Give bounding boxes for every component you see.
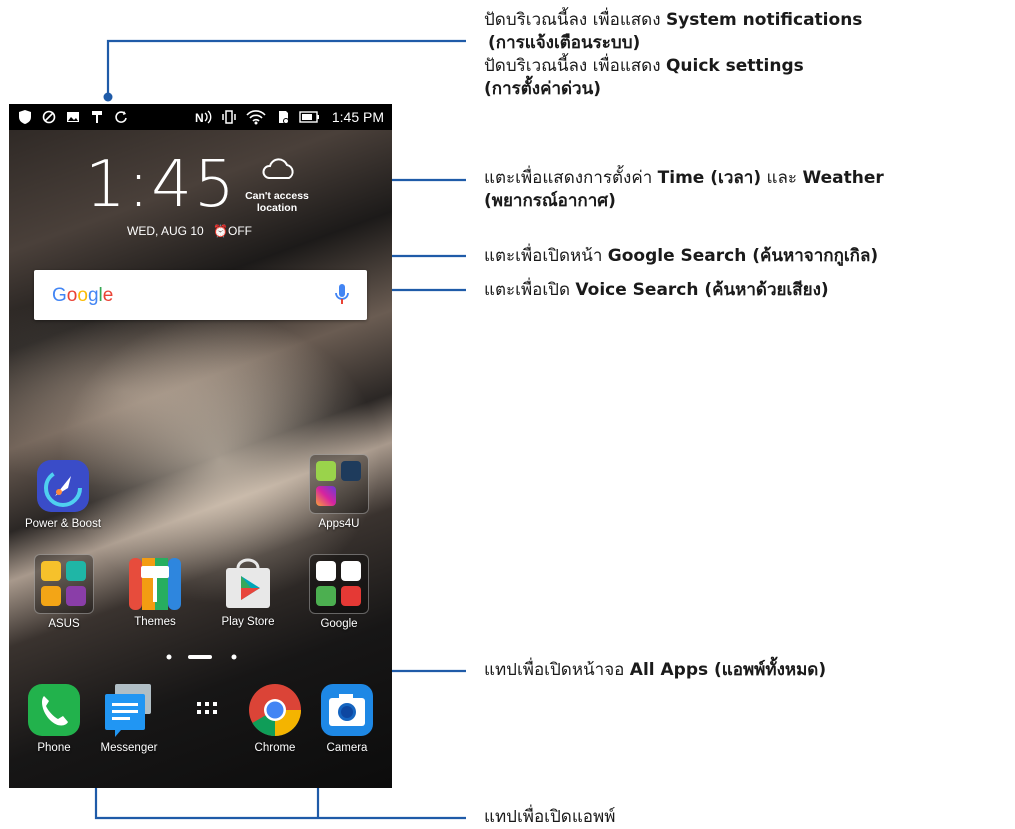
app-label: Google <box>320 618 358 630</box>
annotation-bold: (การตั้งค่าด่วน) <box>484 79 601 99</box>
all-apps-button[interactable] <box>166 682 246 738</box>
annotation-text: แตะเพื่อแสดงการตั้งค่า <box>484 168 658 188</box>
google-logo-text: Google <box>52 285 114 306</box>
vibrate-icon <box>222 110 236 124</box>
annotation-text: ปัดบริเวณนี้ลง เพื่อแสดง <box>484 10 666 30</box>
annotation-line: (การตั้งค่าด่วน) <box>484 78 862 101</box>
annotation-bold: Quick settings <box>665 56 804 76</box>
nfc-icon: N <box>195 110 212 125</box>
google-logo[interactable]: Google <box>52 285 113 307</box>
folder-icon <box>309 554 369 614</box>
annotation-voice-search: แตะเพื่อเปิด Voice Search (ค้นหาด้วยเสีย… <box>484 279 829 302</box>
phone-icon <box>28 684 80 736</box>
sd-card-icon <box>279 111 289 124</box>
alarm-status: OFF <box>227 224 252 238</box>
app-camera[interactable]: Camera <box>307 682 387 754</box>
app-power-boost[interactable]: Power & Boost <box>23 458 103 530</box>
folder-asus[interactable]: ASUS <box>24 554 104 630</box>
phone-screen: N 1:45 PM 1:45 WED, AUG 10 ⏰OFF Can't ac… <box>9 104 392 788</box>
alarm-icon: ⏰ <box>213 224 228 238</box>
clock-time[interactable]: 1:45 <box>85 150 235 220</box>
folder-apps4u[interactable]: Apps4U <box>299 454 379 530</box>
page-indicator[interactable] <box>164 652 244 662</box>
folder-google[interactable]: Google <box>299 554 379 630</box>
file-manager-icon <box>41 586 61 606</box>
clock-date: WED, AUG 10 ⏰OFF <box>127 224 252 238</box>
folder-icon <box>309 454 369 514</box>
date-text: WED, AUG 10 <box>127 224 204 238</box>
annotation-bold: Google Search (ค้นหาจากกูเกิล) <box>607 246 879 266</box>
rocket-gauge-icon <box>37 460 89 512</box>
maps-icon <box>316 586 336 606</box>
youtube-icon <box>341 586 361 606</box>
app-label: Chrome <box>254 742 296 754</box>
annotation-text: แทปเพื่อเปิดแอพพ์ <box>484 807 616 827</box>
app-label: Messenger <box>100 742 158 754</box>
app-drawer-icon <box>197 702 217 714</box>
annotation-open-apps: แทปเพื่อเปิดแอพพ์ <box>484 806 615 829</box>
app-label: Themes <box>134 616 176 628</box>
annotation-bold: (พยากรณ์อากาศ) <box>484 191 616 211</box>
folder-icon <box>34 554 94 614</box>
gallery-app-icon <box>66 586 86 606</box>
annotation-line: ปัดบริเวณนี้ลง เพื่อแสดง System notifica… <box>484 9 862 32</box>
status-time: 1:45 PM <box>331 109 384 125</box>
app-label: Camera <box>326 742 368 754</box>
app-label: Phone <box>37 742 71 754</box>
google-search-bar[interactable]: Google <box>34 270 367 320</box>
annotation-bold: Time (เวลา) <box>657 168 762 188</box>
chrome-icon <box>249 684 301 736</box>
annotation-bold: System notifications <box>665 10 863 30</box>
annotation-bold: All Apps (แอพพ์ทั้งหมด) <box>629 660 827 680</box>
wifi-icon <box>246 110 266 125</box>
annotation-line: (พยากรณ์อากาศ) <box>484 190 884 213</box>
annotation-text: แตะเพื่อเปิด <box>484 280 576 300</box>
annotation-text: ปัดบริเวณนี้ลง เพื่อแสดง <box>484 56 666 76</box>
sync-icon <box>115 111 127 123</box>
app-label: ASUS <box>48 618 80 630</box>
annotation-status-bar: ปัดบริเวณนี้ลง เพื่อแสดง System notifica… <box>484 9 862 101</box>
image-icon <box>67 112 79 122</box>
contacts-app-icon <box>66 561 86 581</box>
app-label: Play Store <box>221 616 275 628</box>
app-thumb-icon <box>316 461 336 481</box>
cloud-icon[interactable] <box>261 156 297 182</box>
app-chrome[interactable]: Chrome <box>235 682 315 754</box>
google-app-icon <box>316 561 336 581</box>
annotation-text: และ <box>761 168 803 188</box>
status-bar[interactable]: N 1:45 PM <box>9 104 392 130</box>
app-phone[interactable]: Phone <box>14 682 94 754</box>
battery-icon <box>299 111 319 123</box>
annotation-weather: แตะเพื่อแสดงการตั้งค่า Time (เวลา) และ W… <box>484 167 884 213</box>
app-label: Apps4U <box>318 518 360 530</box>
annotation-all-apps: แทปเพื่อเปิดหน้าจอ All Apps (แอพพ์ทั้งหม… <box>484 659 826 682</box>
app-play-store[interactable]: Play Store <box>208 556 288 628</box>
shield-icon <box>19 110 31 124</box>
paint-roller-icon <box>129 558 181 610</box>
gmail-icon <box>341 561 361 581</box>
kindle-icon <box>341 461 361 481</box>
annotation-text: แตะเพื่อเปิดหน้า <box>484 246 608 266</box>
app-themes[interactable]: Themes <box>115 556 195 628</box>
svg-text:N: N <box>195 111 204 125</box>
annotation-google-search: แตะเพื่อเปิดหน้า Google Search (ค้นหาจาก… <box>484 245 878 268</box>
annotation-line: (การแจ้งเตือนระบบ) <box>484 32 862 55</box>
annotation-text: แทปเพื่อเปิดหน้าจอ <box>484 660 630 680</box>
annotation-line: แตะเพื่อแสดงการตั้งค่า Time (เวลา) และ W… <box>484 167 884 190</box>
message-icon <box>105 684 151 737</box>
weather-app-icon <box>41 561 61 581</box>
annotation-line: ปัดบริเวณนี้ลง เพื่อแสดง Quick settings <box>484 55 862 78</box>
annotation-bold: Weather <box>802 168 884 188</box>
weather-status[interactable]: Can't access location <box>231 190 323 214</box>
annotation-bold: Voice Search (ค้นหาด้วยเสียง) <box>575 280 829 300</box>
play-store-icon <box>226 558 270 608</box>
microphone-icon[interactable] <box>335 283 349 307</box>
app-label: Power & Boost <box>24 518 102 530</box>
app-messenger[interactable]: Messenger <box>89 682 169 754</box>
blocked-icon <box>42 110 56 124</box>
camera-icon <box>321 684 373 736</box>
instagram-icon <box>316 486 336 506</box>
annotation-bold: (การแจ้งเตือนระบบ) <box>488 33 641 53</box>
paint-roller-icon <box>92 111 102 123</box>
